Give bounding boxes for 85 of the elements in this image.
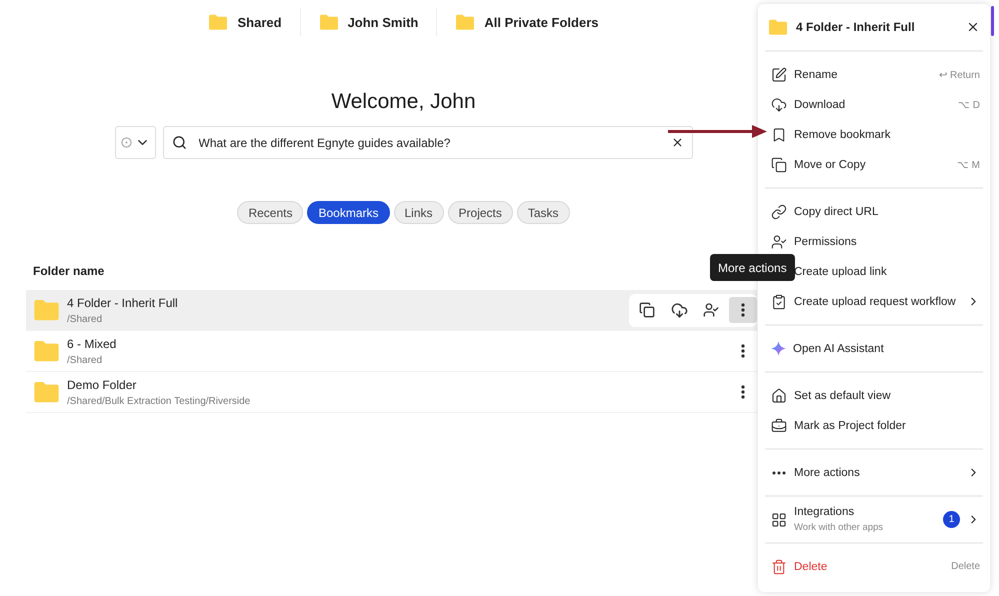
menu-item[interactable]: Mark as Project folder [765, 410, 983, 440]
menu-item[interactable]: Create upload request workflow [765, 286, 983, 316]
user-check-icon [703, 302, 719, 318]
menu-label: Rename [794, 68, 838, 80]
menu-item[interactable]: More actions [765, 458, 983, 488]
tooltip: More actions [710, 254, 795, 281]
clear-icon[interactable] [670, 136, 684, 149]
menu-label: Copy direct URL [794, 206, 878, 218]
filter-tab[interactable]: Tasks [516, 201, 570, 224]
menu-item[interactable]: Integrations Work with other apps 1 [765, 504, 983, 534]
folder-icon [768, 18, 788, 36]
folder-icon [33, 298, 60, 322]
copy-icon [771, 156, 787, 172]
copy-icon [639, 302, 655, 318]
menu-item[interactable]: Move or Copy ⌥ M [765, 150, 983, 180]
menu-label: Create upload request workflow [794, 296, 956, 308]
scope-icon [120, 137, 132, 148]
folder-icon [33, 340, 60, 362]
menu-subtitle: Work with other apps [794, 522, 884, 533]
grid-icon [771, 512, 787, 528]
shortcut-link[interactable]: Shared [190, 8, 300, 36]
menu-label: Download [794, 98, 846, 110]
rename-icon [771, 66, 787, 82]
menu-item[interactable]: Open AI Assistant [765, 334, 983, 364]
filter-tab[interactable]: Projects [448, 201, 513, 224]
menu-item[interactable]: Delete Delete [765, 552, 983, 582]
filter-tab[interactable]: Links [394, 201, 444, 224]
menu-item[interactable]: Permissions [765, 226, 983, 256]
menu-label: Remove bookmark [794, 128, 891, 140]
menu-item[interactable]: Rename ↩ Return [765, 60, 983, 90]
menu-label: Mark as Project folder [794, 420, 906, 432]
filter-tab[interactable]: Bookmarks [307, 201, 390, 224]
menu-label: Delete [794, 560, 828, 572]
bookmark-icon [771, 126, 787, 142]
shortcut-hint: ⌥ D [958, 98, 980, 110]
kebab-icon [741, 385, 745, 399]
folder-icon [208, 14, 228, 30]
trash-icon [771, 558, 787, 574]
menu-label: More actions [794, 466, 860, 478]
filter-tab[interactable]: Recents [237, 201, 304, 224]
folder-icon [318, 14, 339, 30]
folder-row[interactable]: 4 Folder - Inherit Full /Shared [26, 290, 757, 331]
briefcase-icon [771, 418, 787, 434]
scroll-indicator [991, 6, 994, 36]
kebab-icon [741, 344, 745, 358]
shortcut-link[interactable]: All Private Folders [436, 8, 616, 36]
folder-name: 6 - Mixed [67, 336, 118, 350]
count-badge: 1 [943, 511, 960, 528]
shortcut-hint: ⌥ M [956, 158, 980, 170]
shortcut-link[interactable]: John Smith [300, 8, 436, 36]
sparkle-icon [771, 341, 786, 356]
welcome-heading: Welcome, John [331, 90, 476, 114]
menu-item[interactable]: Set as default view [765, 380, 983, 410]
search-icon [172, 135, 186, 150]
download-icon [771, 96, 787, 112]
search-field[interactable]: What are the different Egnyte guides available? [162, 126, 692, 159]
folder-path: /Shared [67, 354, 104, 366]
folder-path: /Shared/Bulk Extraction Testing/Riverside [67, 396, 252, 406]
download-icon [670, 302, 688, 318]
menu-label: Move or Copy [794, 158, 866, 170]
menu-label: Integrations [794, 506, 856, 518]
column-header: Folder name [33, 264, 104, 278]
menu-label: Open AI Assistant [793, 342, 884, 354]
menu-title: 4 Folder - Inherit Full [796, 20, 916, 34]
scope-dropdown[interactable] [114, 126, 156, 159]
shortcut-hint: ↩ Return [939, 68, 980, 80]
menu-label: Permissions [794, 236, 857, 248]
more-button[interactable] [729, 297, 757, 323]
menu-item[interactable]: Copy direct URL [765, 196, 983, 226]
link-icon [771, 204, 787, 220]
folder-icon [455, 14, 476, 30]
clipboard-check-icon [771, 294, 787, 310]
kebab-icon [741, 303, 745, 317]
menu-item[interactable]: Download ⌥ D [765, 90, 983, 120]
ellipsis-icon [772, 470, 786, 474]
folder-icon [33, 380, 60, 404]
menu-label: Set as default view [794, 390, 891, 402]
house-icon [771, 388, 787, 404]
folder-path: /Shared [67, 314, 104, 324]
shortcut-hint: Delete [951, 561, 980, 572]
folder-name: Demo Folder [67, 378, 138, 392]
menu-item[interactable]: Remove bookmark [765, 120, 983, 150]
close-button[interactable] [966, 20, 980, 34]
user-check-icon [771, 234, 787, 250]
folder-name: 4 Folder - Inherit Full [67, 296, 179, 310]
